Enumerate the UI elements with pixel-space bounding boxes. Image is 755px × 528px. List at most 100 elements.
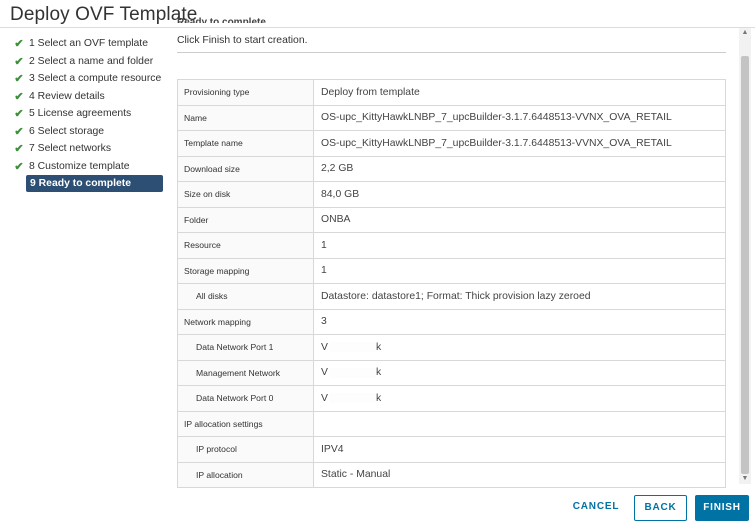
row-key: Provisioning type xyxy=(177,79,314,106)
wizard-step-5[interactable]: ✔ 5 License agreements xyxy=(13,105,165,123)
arrow-up-icon[interactable]: ▲ xyxy=(739,28,751,38)
row-value-cell: Vk xyxy=(313,334,726,361)
wizard-step-9[interactable]: 9 Ready to complete xyxy=(26,175,163,192)
row-value: ONBA xyxy=(321,214,351,226)
table-row: IP protocol IPV4 xyxy=(177,436,726,463)
summary-table: Provisioning type Deploy from template Nam… xyxy=(177,79,726,488)
row-key: Size on disk xyxy=(177,181,314,208)
row-value-cell: Deploy from template xyxy=(313,79,726,106)
row-value: V xyxy=(321,341,328,353)
table-row: Name OS-upc_KittyHawkLNBP_7_upcBuilder-3.… xyxy=(177,104,726,131)
checkmark-icon: ✔ xyxy=(14,55,24,68)
row-value-cell: Vk xyxy=(313,385,726,412)
instruction-text: Click Finish to start creation. xyxy=(177,35,308,46)
row-key: Folder xyxy=(177,206,314,233)
row-key: Management Network xyxy=(177,359,314,386)
row-value: Datastore: datastore1; Format: Thick pro… xyxy=(321,290,591,302)
checkmark-icon: ✔ xyxy=(14,108,24,121)
wizard-step-label: 6 Select storage xyxy=(29,125,105,137)
row-value-cell: Vk xyxy=(313,359,726,386)
table-row: Provisioning type Deploy from template xyxy=(177,79,726,106)
row-key: IP allocation settings xyxy=(177,410,314,437)
row-value: 84,0 GB xyxy=(321,188,360,200)
wizard-step-6[interactable]: ✔ 6 Select storage xyxy=(13,123,165,141)
table-row: Folder ONBA xyxy=(177,206,726,233)
back-button[interactable]: BACK xyxy=(634,495,687,521)
row-value-tail: k xyxy=(375,367,382,379)
arrow-down-icon[interactable]: ▼ xyxy=(739,474,751,484)
row-key: Resource xyxy=(177,232,314,259)
row-value-cell: Datastore: datastore1; Format: Thick pro… xyxy=(313,283,726,310)
scroll-thumb[interactable] xyxy=(741,56,749,474)
cancel-button[interactable]: CANCEL xyxy=(565,495,627,521)
checkmark-icon: ✔ xyxy=(14,125,24,138)
row-key: Data Network Port 1 xyxy=(177,334,314,361)
wizard-step-1[interactable]: ✔ 1 Select an OVF template xyxy=(13,35,165,53)
row-value: V xyxy=(321,392,328,404)
row-value-cell: 1 xyxy=(313,257,726,284)
checkmark-icon: ✔ xyxy=(14,38,24,51)
row-value-cell: ONBA xyxy=(313,206,726,233)
row-value: Static - Manual xyxy=(321,469,391,481)
row-value-cell: 3 xyxy=(313,308,726,335)
table-row: Template name OS-upc_KittyHawkLNBP_7_upcB… xyxy=(177,130,726,157)
vertical-scrollbar[interactable]: ▲ ▼ xyxy=(739,28,751,484)
wizard-steps: ✔ 1 Select an OVF template ✔ 2 Select a nam… xyxy=(13,35,165,192)
content-divider xyxy=(177,52,726,53)
wizard-step-label: 7 Select networks xyxy=(29,143,112,155)
table-row: All disks Datastore: datastore1; Format: … xyxy=(177,283,726,310)
row-value: 3 xyxy=(321,316,327,328)
table-row: IP allocation settings xyxy=(177,410,726,437)
row-key: Data Network Port 0 xyxy=(177,385,314,412)
row-value-cell: Static - Manual xyxy=(313,461,726,488)
checkmark-icon: ✔ xyxy=(14,160,24,173)
wizard-step-8[interactable]: ✔ 8 Customize template xyxy=(13,158,165,176)
wizard-step-label: 5 License agreements xyxy=(29,108,132,120)
row-key: Network mapping xyxy=(177,308,314,335)
row-key: All disks xyxy=(177,283,314,310)
checkmark-icon: ✔ xyxy=(14,143,24,156)
row-value-cell: 84,0 GB xyxy=(313,181,726,208)
row-value: 1 xyxy=(321,265,327,277)
checkmark-icon: ✔ xyxy=(14,73,24,86)
table-row: Size on disk 84,0 GB xyxy=(177,181,726,208)
row-value-tail: k xyxy=(375,392,382,404)
row-value-cell: 1 xyxy=(313,232,726,259)
row-value: 2,2 GB xyxy=(321,163,354,175)
row-value-cell: 2,2 GB xyxy=(313,155,726,182)
table-row: Storage mapping 1 xyxy=(177,257,726,284)
finish-button[interactable]: FINISH xyxy=(695,495,749,521)
row-value: OS-upc_KittyHawkLNBP_7_upcBuilder-3.1.7.… xyxy=(321,112,672,124)
row-value-cell: OS-upc_KittyHawkLNBP_7_upcBuilder-3.1.7.… xyxy=(313,104,726,131)
title-divider xyxy=(0,27,755,28)
checkmark-icon: ✔ xyxy=(14,90,24,103)
wizard-step-label: 1 Select an OVF template xyxy=(29,38,148,50)
table-row: Resource 1 xyxy=(177,232,726,259)
row-key: Storage mapping xyxy=(177,257,314,284)
row-value: OS-upc_KittyHawkLNBP_7_upcBuilder-3.1.7.… xyxy=(321,137,672,149)
redacted-block xyxy=(329,393,376,403)
row-value-cell xyxy=(313,410,726,437)
row-value: IPV4 xyxy=(321,443,344,455)
row-value-tail: k xyxy=(375,341,382,353)
row-value-cell: IPV4 xyxy=(313,436,726,463)
table-row: Network mapping 3 xyxy=(177,308,726,335)
wizard-step-2[interactable]: ✔ 2 Select a name and folder xyxy=(13,53,165,71)
row-value-cell: OS-upc_KittyHawkLNBP_7_upcBuilder-3.1.7.… xyxy=(313,130,726,157)
wizard-step-3[interactable]: ✔ 3 Select a compute resource xyxy=(13,70,165,88)
row-key: Name xyxy=(177,104,314,131)
wizard-step-label: 9 Ready to complete xyxy=(30,178,132,189)
wizard-step-label: 3 Select a compute resource xyxy=(29,73,162,85)
row-key: Download size xyxy=(177,155,314,182)
row-key: IP protocol xyxy=(177,436,314,463)
wizard-step-label: 8 Customize template xyxy=(29,160,130,172)
wizard-step-7[interactable]: ✔ 7 Select networks xyxy=(13,140,165,158)
table-row: Download size 2,2 GB xyxy=(177,155,726,182)
row-value: Deploy from template xyxy=(321,86,420,98)
table-row: IP allocation Static - Manual xyxy=(177,461,726,488)
wizard-step-label: 4 Review details xyxy=(29,90,105,102)
wizard-step-label: 2 Select a name and folder xyxy=(29,55,154,67)
wizard-step-4[interactable]: ✔ 4 Review details xyxy=(13,88,165,106)
table-row: Data Network Port 0Vk xyxy=(177,385,726,412)
redacted-block xyxy=(329,342,376,352)
